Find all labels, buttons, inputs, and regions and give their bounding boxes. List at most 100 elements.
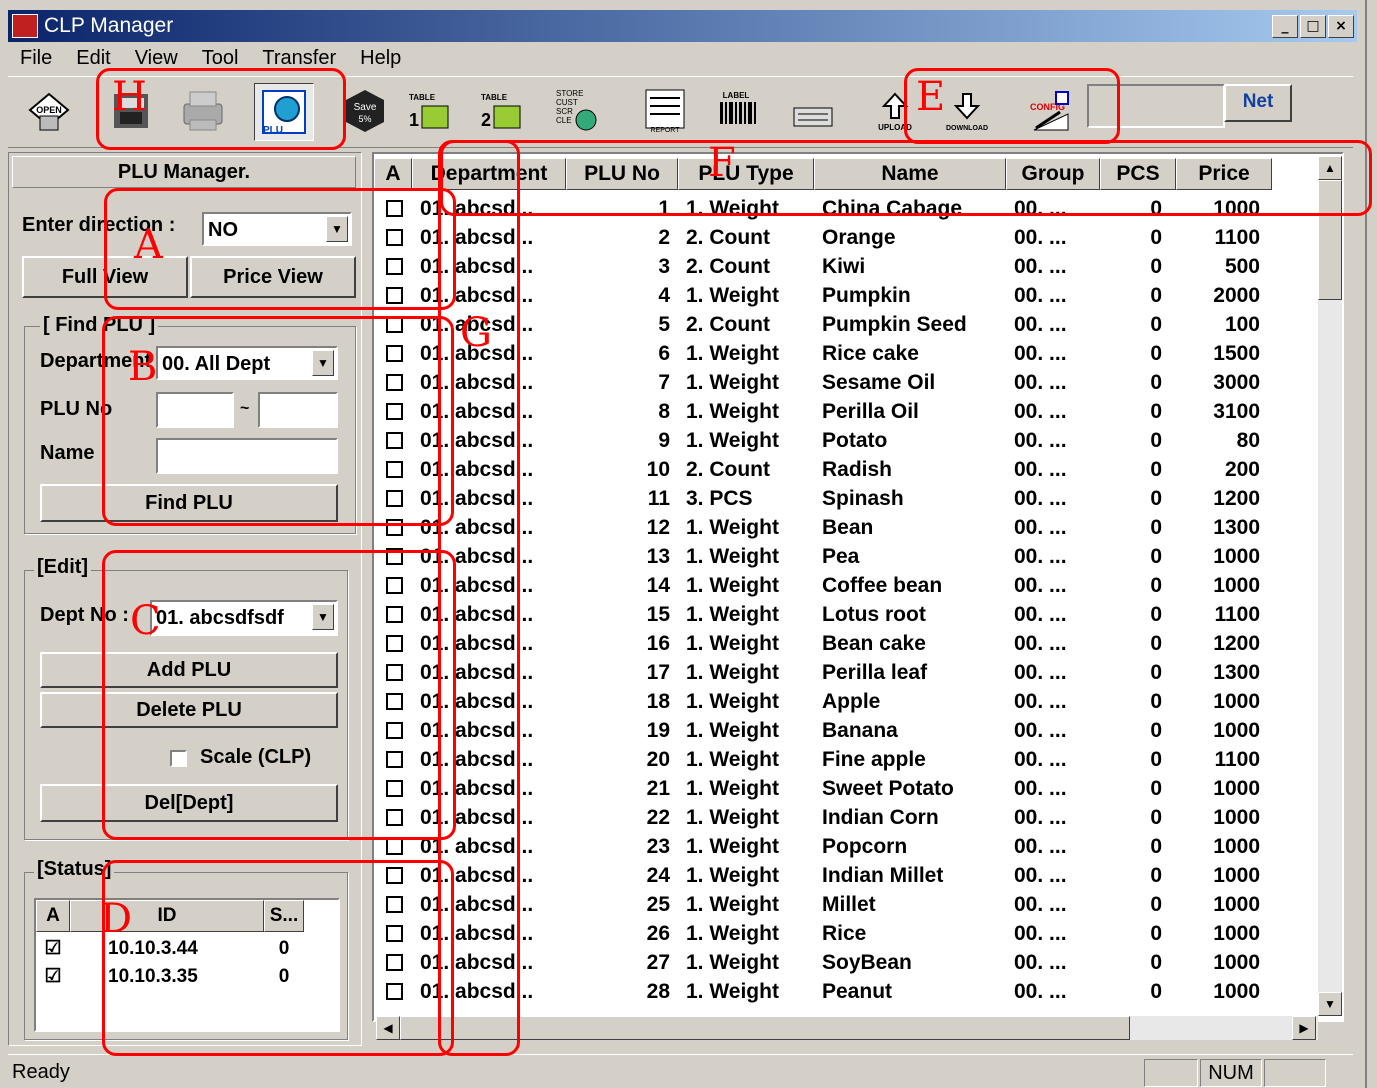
annotation-box-c [102, 550, 456, 840]
keyboard-icon [793, 107, 833, 127]
cell-no: 18 [646, 690, 670, 713]
cell-group: 00. ... [1014, 371, 1067, 394]
cell-name: Indian Millet [822, 864, 944, 887]
cell-name: Coffee bean [822, 574, 943, 597]
report-button[interactable]: REPORT [636, 83, 694, 139]
cell-price: 1000 [1213, 922, 1260, 945]
cell-price: 1000 [1213, 719, 1260, 742]
cell-name: Kiwi [822, 255, 866, 278]
cell-no: 20 [646, 748, 670, 771]
cell-name: Orange [822, 226, 896, 249]
cell-pcs: 0 [1150, 603, 1162, 626]
cell-pcs: 0 [1150, 980, 1162, 1003]
cell-name: SoyBean [822, 951, 912, 974]
annotation-label-c: C [130, 598, 161, 644]
cell-no: 14 [646, 574, 670, 597]
annotation-box-g [438, 140, 520, 1056]
cell-type: 1. Weight [686, 371, 779, 394]
cell-price: 1000 [1213, 777, 1260, 800]
cell-price: 1100 [1214, 603, 1260, 626]
cell-pcs: 0 [1150, 719, 1162, 742]
cell-group: 00. ... [1014, 748, 1067, 771]
cell-no: 21 [646, 777, 670, 800]
cell-no: 25 [646, 893, 670, 916]
col-a[interactable]: A [374, 158, 412, 190]
cell-no: 5 [658, 313, 670, 336]
cell-no: 26 [646, 922, 670, 945]
close-button[interactable]: × [1328, 15, 1354, 38]
cell-price: 1100 [1214, 226, 1260, 249]
cell-price: 1100 [1214, 748, 1260, 771]
app-window: CLP Manager _ □ × File Edit View Tool Tr… [0, 0, 1372, 1088]
cell-pcs: 0 [1150, 516, 1162, 539]
cell-group: 00. ... [1014, 632, 1067, 655]
scroll-down-icon[interactable]: ▼ [1318, 992, 1342, 1016]
cell-price: 1000 [1213, 893, 1260, 916]
cell-group: 00. ... [1014, 690, 1067, 713]
cell-group: 00. ... [1014, 980, 1067, 1003]
minimize-button[interactable]: _ [1272, 15, 1298, 38]
cell-type: 1. Weight [686, 284, 779, 307]
cell-price: 1000 [1213, 980, 1260, 1003]
cell-type: 1. Weight [686, 545, 779, 568]
cell-type: 1. Weight [686, 777, 779, 800]
maximize-button[interactable]: □ [1300, 15, 1326, 38]
title-bar[interactable]: CLP Manager _ □ × [8, 10, 1357, 42]
annotation-label-e: E [916, 74, 946, 120]
table1-button[interactable]: TABLE 1 [402, 83, 460, 139]
cell-no: 4 [658, 284, 670, 307]
table2-button[interactable]: TABLE 2 [474, 83, 532, 139]
annotation-box-f [440, 140, 1372, 216]
cell-name: Rice cake [822, 342, 919, 365]
status-bar: Ready NUM [8, 1054, 1353, 1087]
cell-type: 1. Weight [686, 806, 779, 829]
cell-type: 1. Weight [686, 835, 779, 858]
cell-no: 23 [646, 835, 670, 858]
open-button[interactable]: OPEN [20, 83, 78, 139]
svg-text:LABEL: LABEL [723, 91, 750, 100]
cell-pcs: 0 [1150, 835, 1162, 858]
cell-price: 3000 [1213, 371, 1260, 394]
annotation-label-d: D [100, 896, 133, 942]
scroll-right-icon[interactable]: ▶ [1292, 1016, 1316, 1040]
row-checkbox[interactable] [386, 838, 403, 855]
status-check[interactable]: ☑ [36, 964, 70, 990]
cell-pcs: 0 [1150, 400, 1162, 423]
cell-price: 1000 [1213, 690, 1260, 713]
status-col-a[interactable]: A [36, 900, 70, 932]
store-button[interactable]: STORE CUST SCR CLE [548, 83, 606, 139]
cell-type: 1. Weight [686, 893, 779, 916]
cell-type: 1. Weight [686, 400, 779, 423]
cell-price: 1000 [1213, 835, 1260, 858]
cell-name: Potato [822, 429, 888, 452]
cell-price: 1000 [1213, 545, 1260, 568]
svg-text:1: 1 [409, 110, 419, 130]
cell-no: 19 [646, 719, 670, 742]
vertical-scrollbar[interactable]: ▲ ▼ [1318, 156, 1342, 1016]
cell-price: 1200 [1213, 632, 1260, 655]
cell-name: Apple [822, 690, 881, 713]
cell-no: 10 [646, 458, 670, 481]
menu-file[interactable]: File [8, 44, 64, 72]
net-button[interactable]: Net [1224, 84, 1292, 122]
cell-no: 15 [646, 603, 670, 626]
keyboard-button[interactable] [784, 83, 842, 139]
cell-type: 1. Weight [686, 574, 779, 597]
cell-name: Indian Corn [822, 806, 939, 829]
svg-text:TABLE: TABLE [409, 93, 436, 102]
cell-name: Banana [822, 719, 898, 742]
label-button[interactable]: LABEL [710, 83, 768, 139]
cell-name: Lotus root [822, 603, 926, 626]
cell-pcs: 0 [1150, 458, 1162, 481]
save-icon: Save 5% [346, 90, 384, 132]
cell-no: 28 [646, 980, 670, 1003]
cell-name: Sesame Oil [822, 371, 936, 394]
cell-type: 1. Weight [686, 632, 779, 655]
cell-pcs: 0 [1150, 748, 1162, 771]
status-pane-scrl [1264, 1059, 1326, 1087]
status-check[interactable]: ☑ [36, 936, 70, 962]
cell-group: 00. ... [1014, 806, 1067, 829]
cell-no: 17 [646, 661, 670, 684]
menu-help[interactable]: Help [348, 44, 413, 72]
cell-pcs: 0 [1150, 429, 1162, 452]
